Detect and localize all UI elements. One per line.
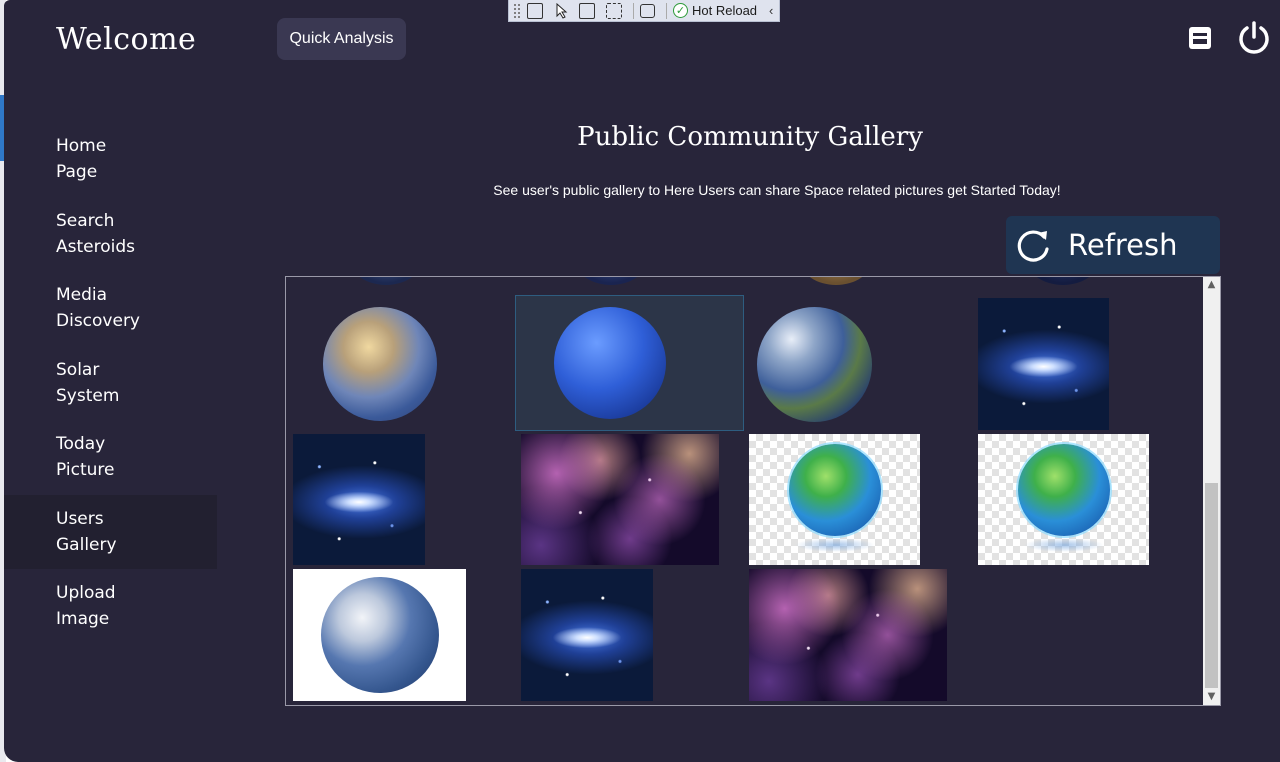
minimize-window-icon[interactable] [1186, 24, 1214, 52]
gallery-image-partial-3 [801, 277, 871, 285]
gallery-image-neptune[interactable] [554, 307, 666, 419]
gallery-image-earth-white[interactable] [293, 569, 466, 701]
sidebar-item-today-picture[interactable]: Today Picture [4, 420, 217, 495]
sidebar-nav: Home Page Search Asteroids Media Discove… [4, 122, 217, 644]
gallery-image-partial-4 [1028, 277, 1098, 285]
gallery-image-globe-2[interactable] [978, 434, 1149, 565]
gallery-image-partial-1 [351, 277, 421, 285]
gallery-image-mercury[interactable] [323, 307, 437, 421]
refresh-label: Refresh [1068, 228, 1178, 262]
toolbar-separator [666, 2, 667, 19]
welcome-title: Welcome [56, 22, 197, 57]
app-window: Welcome Quick Analysis Home Page Search … [4, 0, 1280, 762]
refresh-icon [1017, 230, 1049, 262]
live-visual-tree-icon[interactable] [527, 2, 543, 19]
scrollbar-track-lower [1205, 483, 1218, 688]
gallery-image-galaxy-2[interactable] [293, 434, 425, 565]
toolbar-grip[interactable] [513, 2, 521, 19]
sidebar-item-search-asteroids[interactable]: Search Asteroids [4, 197, 217, 272]
toolbar-separator [633, 2, 634, 19]
sidebar-item-media-discovery[interactable]: Media Discovery [4, 271, 217, 346]
page-title: Public Community Gallery [577, 122, 923, 152]
page-subtitle: See user's public gallery to Here Users … [493, 182, 1061, 198]
hot-reload-check-icon: ✓ [673, 3, 688, 18]
sidebar-item-solar-system[interactable]: Solar System [4, 346, 217, 421]
gallery-image-galaxy-1[interactable] [978, 298, 1109, 430]
gallery-image-nebula-2[interactable] [749, 569, 947, 701]
window-actions [1186, 20, 1272, 56]
scroll-down-icon[interactable]: ▼ [1203, 689, 1220, 705]
gallery-image-galaxy-3[interactable] [521, 569, 653, 701]
binding-failures-icon[interactable] [640, 3, 655, 18]
hot-reload-label[interactable]: Hot Reload [692, 3, 757, 18]
scrollbar-thumb[interactable] [1205, 293, 1218, 483]
gallery-scrollbar[interactable]: ▲ ▼ [1203, 277, 1220, 705]
power-icon[interactable] [1236, 20, 1272, 56]
sidebar-item-home-page[interactable]: Home Page [4, 122, 217, 197]
display-layout-adorners-icon[interactable] [579, 2, 595, 19]
gallery-image-earth[interactable] [757, 307, 872, 422]
select-element-icon[interactable] [554, 2, 568, 19]
refresh-button[interactable]: Refresh [1006, 216, 1220, 274]
gallery-list[interactable]: ▲ ▼ [285, 276, 1221, 706]
sidebar-item-upload-image[interactable]: Upload Image [4, 569, 217, 644]
gallery-image-partial-2 [576, 277, 646, 285]
quick-analysis-button[interactable]: Quick Analysis [277, 18, 406, 60]
xaml-dev-toolbar: ✓ Hot Reload ‹ [508, 0, 780, 22]
scroll-up-icon[interactable]: ▲ [1203, 277, 1220, 293]
gallery-image-nebula-1[interactable] [521, 434, 719, 565]
track-focused-element-icon[interactable] [606, 2, 622, 19]
gallery-image-globe-1[interactable] [749, 434, 920, 565]
collapse-toolbar-icon[interactable]: ‹ [769, 3, 773, 18]
sidebar-item-users-gallery[interactable]: Users Gallery [4, 494, 217, 569]
